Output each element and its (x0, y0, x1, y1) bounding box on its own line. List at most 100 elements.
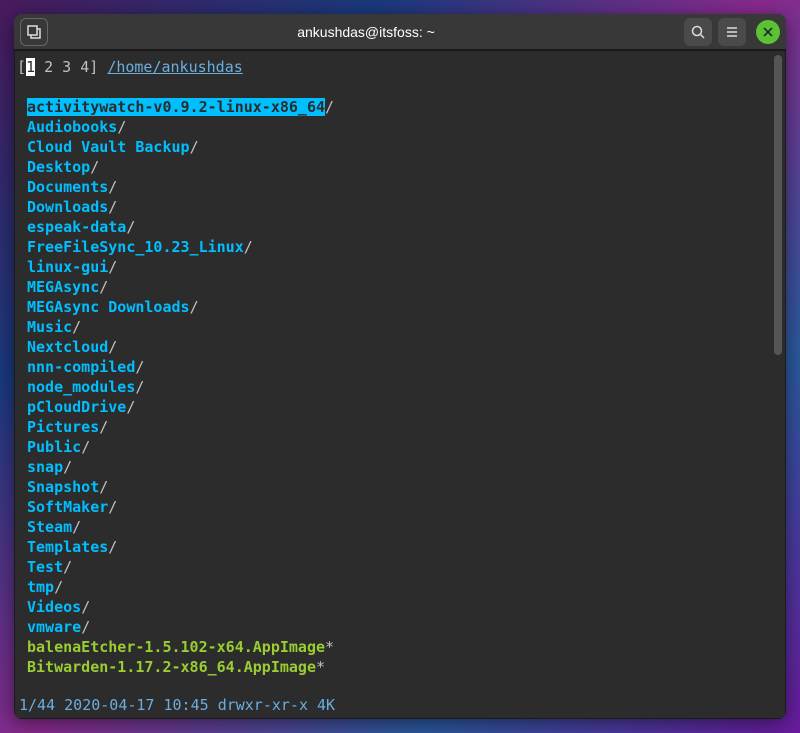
entry-name: FreeFileSync_10.23_Linux (27, 238, 244, 256)
status-bar: 1/44 2020-04-17 10:45 drwxr-xr-x 4K (19, 695, 785, 715)
entry-name: Templates (27, 538, 108, 556)
list-item[interactable]: Nextcloud/ (27, 337, 785, 357)
entry-name: snap (27, 458, 63, 476)
terminal-content[interactable]: [1 2 3 4] /home/ankushdas activitywatch-… (14, 50, 786, 719)
file-list: activitywatch-v0.9.2-linux-x86_64/Audiob… (27, 97, 785, 677)
current-path[interactable]: /home/ankushdas (107, 58, 242, 76)
list-item[interactable]: tmp/ (27, 577, 785, 597)
entry-name: nnn-compiled (27, 358, 135, 376)
status-perms: drwxr-xr-x (218, 696, 308, 714)
entry-name: Cloud Vault Backup (27, 138, 190, 156)
list-item[interactable]: pCloudDrive/ (27, 397, 785, 417)
dir-slash: / (126, 218, 135, 236)
dir-slash: / (108, 198, 117, 216)
entry-name: espeak-data (27, 218, 126, 236)
list-item[interactable]: Snapshot/ (27, 477, 785, 497)
status-time: 10:45 (164, 696, 209, 714)
list-item[interactable]: node_modules/ (27, 377, 785, 397)
dir-slash: / (81, 618, 90, 636)
list-item[interactable]: FreeFileSync_10.23_Linux/ (27, 237, 785, 257)
status-size: 4K (317, 696, 335, 714)
list-item[interactable]: activitywatch-v0.9.2-linux-x86_64/ (27, 97, 785, 117)
list-item[interactable]: Steam/ (27, 517, 785, 537)
entry-name: Desktop (27, 158, 90, 176)
search-icon (691, 25, 705, 39)
dir-slash: / (108, 498, 117, 516)
status-position: 1/44 (19, 696, 55, 714)
list-item[interactable]: Public/ (27, 437, 785, 457)
tab-2[interactable]: 2 (44, 58, 53, 76)
entry-name: Downloads (27, 198, 108, 216)
dir-slash: / (99, 418, 108, 436)
entry-name: Steam (27, 518, 72, 536)
entry-name: MEGAsync (27, 278, 99, 296)
tab-3[interactable]: 3 (62, 58, 71, 76)
tab-4[interactable]: 4 (80, 58, 89, 76)
dir-slash: / (190, 138, 199, 156)
close-button[interactable] (756, 20, 780, 44)
bracket-open: [ (17, 58, 26, 76)
list-item[interactable]: SoftMaker/ (27, 497, 785, 517)
entry-name: Snapshot (27, 478, 99, 496)
entry-name: pCloudDrive (27, 398, 126, 416)
list-item[interactable]: Pictures/ (27, 417, 785, 437)
list-item[interactable]: Videos/ (27, 597, 785, 617)
dir-slash: / (190, 298, 199, 316)
dir-slash: / (81, 598, 90, 616)
close-icon (763, 27, 773, 37)
dir-slash: / (108, 178, 117, 196)
list-item[interactable]: Bitwarden-1.17.2-x86_64.AppImage* (27, 657, 785, 677)
entry-name: Test (27, 558, 63, 576)
tab-1[interactable]: 1 (26, 58, 35, 76)
entry-name: SoftMaker (27, 498, 108, 516)
dir-slash: / (63, 558, 72, 576)
titlebar: ankushdas@itsfoss: ~ (14, 14, 786, 50)
list-item[interactable]: Templates/ (27, 537, 785, 557)
dir-slash: / (117, 118, 126, 136)
dir-slash: / (54, 578, 63, 596)
list-item[interactable]: Audiobooks/ (27, 117, 785, 137)
list-item[interactable]: Downloads/ (27, 197, 785, 217)
dir-slash: / (72, 318, 81, 336)
list-item[interactable]: Music/ (27, 317, 785, 337)
entry-name: MEGAsync Downloads (27, 298, 190, 316)
search-button[interactable] (684, 18, 712, 46)
list-item[interactable]: Test/ (27, 557, 785, 577)
entry-name: balenaEtcher-1.5.102-x64.AppImage (27, 638, 325, 656)
entry-name: Videos (27, 598, 81, 616)
scrollbar-thumb[interactable] (774, 55, 782, 355)
dir-slash: / (63, 458, 72, 476)
dir-slash: / (108, 338, 117, 356)
entry-name: Public (27, 438, 81, 456)
dir-slash: / (81, 438, 90, 456)
list-item[interactable]: snap/ (27, 457, 785, 477)
list-item[interactable]: vmware/ (27, 617, 785, 637)
list-item[interactable]: MEGAsync/ (27, 277, 785, 297)
list-item[interactable]: nnn-compiled/ (27, 357, 785, 377)
dir-slash: / (99, 278, 108, 296)
dir-slash: / (108, 258, 117, 276)
entry-name: node_modules (27, 378, 135, 396)
list-item[interactable]: Desktop/ (27, 157, 785, 177)
exec-star: * (325, 638, 334, 656)
dir-slash: / (135, 358, 144, 376)
list-item[interactable]: linux-gui/ (27, 257, 785, 277)
entry-name: Bitwarden-1.17.2-x86_64.AppImage (27, 658, 316, 676)
list-item[interactable]: Documents/ (27, 177, 785, 197)
list-item[interactable]: MEGAsync Downloads/ (27, 297, 785, 317)
entry-name: Music (27, 318, 72, 336)
dir-slash: / (99, 478, 108, 496)
list-item[interactable]: Cloud Vault Backup/ (27, 137, 785, 157)
entry-name: linux-gui (27, 258, 108, 276)
menu-button[interactable] (718, 18, 746, 46)
dir-slash: / (90, 158, 99, 176)
dir-slash: / (72, 518, 81, 536)
list-item[interactable]: espeak-data/ (27, 217, 785, 237)
dir-slash: / (325, 98, 334, 116)
exec-star: * (316, 658, 325, 676)
dir-slash: / (126, 398, 135, 416)
terminal-window: ankushdas@itsfoss: ~ (14, 14, 786, 719)
list-item[interactable]: balenaEtcher-1.5.102-x64.AppImage* (27, 637, 785, 657)
new-tab-icon (27, 25, 41, 39)
new-tab-button[interactable] (20, 18, 48, 46)
